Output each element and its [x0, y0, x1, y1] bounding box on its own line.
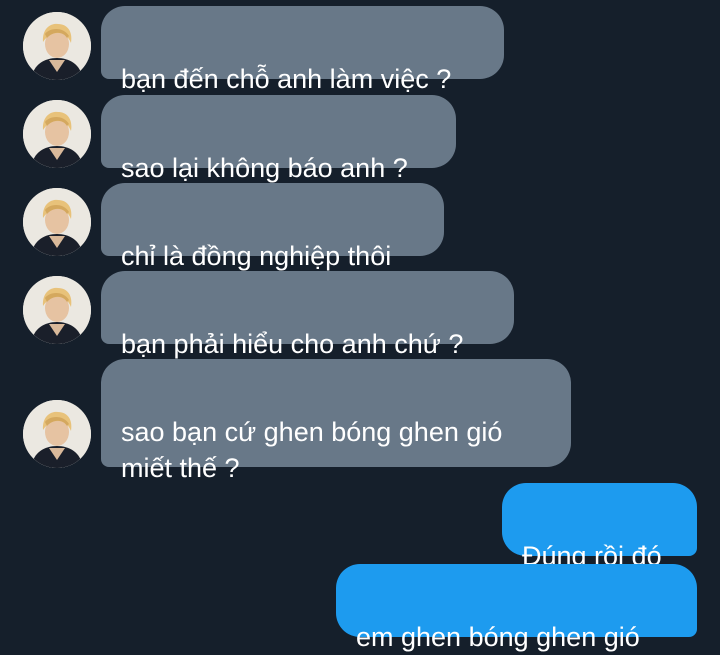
incoming-message-bubble[interactable]: bạn phải hiểu cho anh chứ ?	[101, 271, 514, 359]
outgoing-message-bubble[interactable]: em ghen bóng ghen gió	[336, 564, 697, 652]
avatar[interactable]	[23, 188, 91, 256]
message-text: em ghen bóng ghen gió	[356, 622, 640, 652]
message-text: sao bạn cứ ghen bóng ghen gió miết thế ?	[121, 417, 503, 483]
outgoing-message-bubble[interactable]: Đúng rồi đó	[502, 483, 697, 571]
avatar[interactable]	[23, 400, 91, 468]
message-text: sao lại không báo anh ?	[121, 153, 408, 183]
avatar[interactable]	[23, 100, 91, 168]
incoming-message-bubble[interactable]: sao lại không báo anh ?	[101, 95, 456, 183]
incoming-message-bubble[interactable]: chỉ là đồng nghiệp thôi	[101, 183, 444, 271]
chat-thread: bạn đến chỗ anh làm việc ? sao lại không…	[0, 0, 720, 652]
message-text: bạn phải hiểu cho anh chứ ?	[121, 329, 464, 359]
message-text: bạn đến chỗ anh làm việc ?	[121, 64, 452, 94]
avatar[interactable]	[23, 276, 91, 344]
message-text: chỉ là đồng nghiệp thôi	[121, 241, 392, 271]
incoming-message-bubble[interactable]: bạn đến chỗ anh làm việc ?	[101, 6, 504, 94]
avatar[interactable]	[23, 12, 91, 80]
incoming-message-bubble[interactable]: sao bạn cứ ghen bóng ghen gió miết thế ?	[101, 359, 571, 483]
